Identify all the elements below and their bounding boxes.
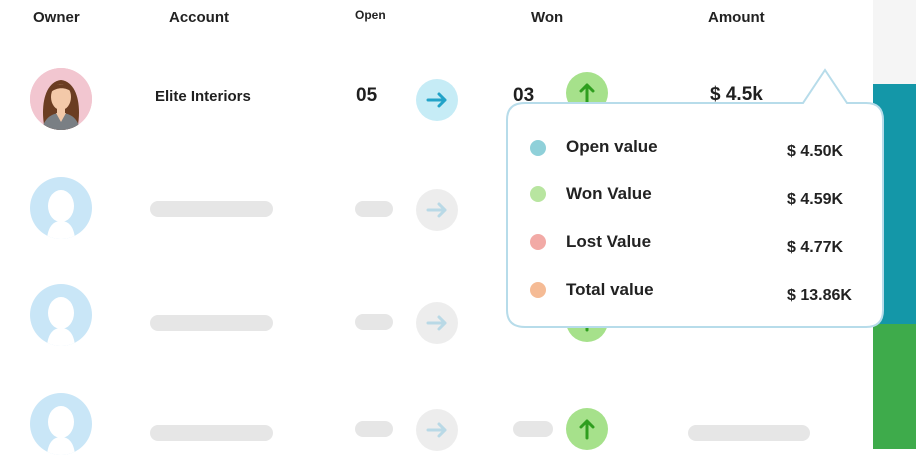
lost-value-label: Lost Value [566,232,652,251]
won-value-amount: $ 4.59K [787,191,844,208]
open-value-label: Open value [566,137,658,156]
open-value-amount: $ 4.50K [787,143,844,160]
open-value-dot [530,140,546,156]
total-value-dot [530,282,546,298]
lost-value-dot [530,234,546,250]
total-value-amount: $ 13.86K [787,287,852,304]
tooltip-shape [506,68,884,328]
won-value-label: Won Value [566,184,652,203]
won-value-dot [530,186,546,202]
lost-value-amount: $ 4.77K [787,239,844,256]
total-value-label: Total value [566,280,654,299]
